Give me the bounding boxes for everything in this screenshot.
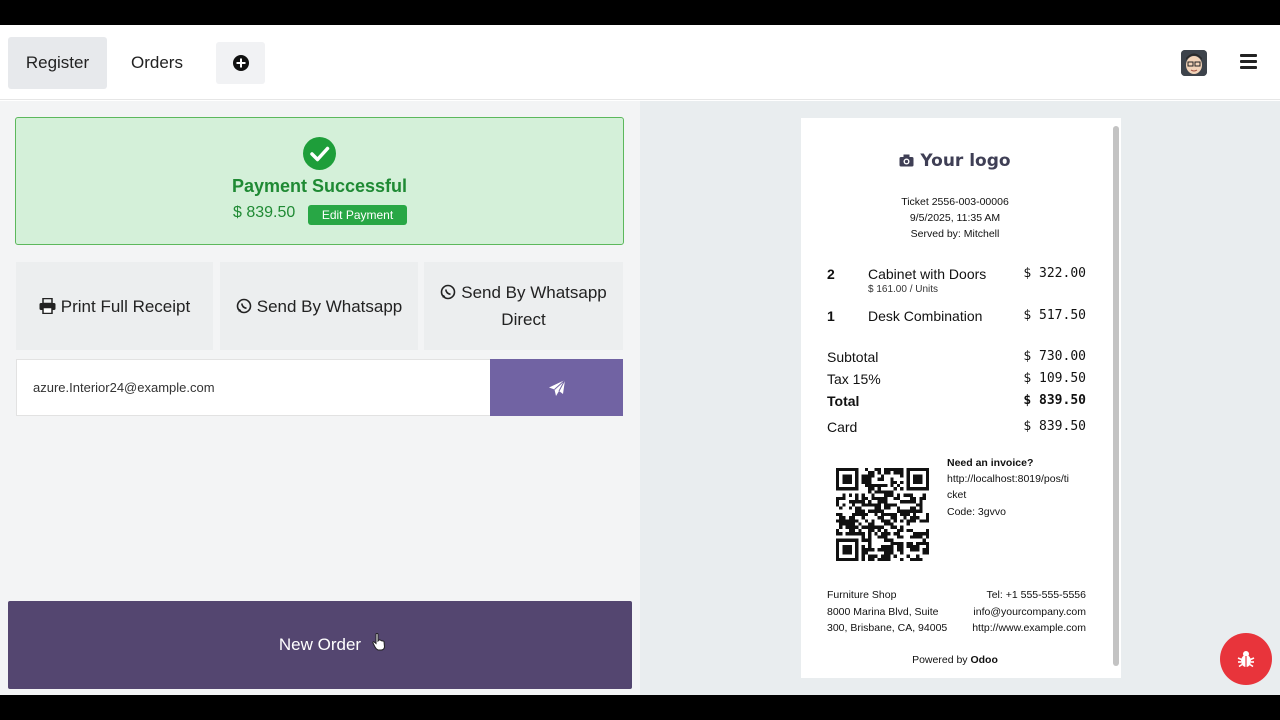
send-whatsapp-button[interactable]: Send By Whatsapp <box>220 262 418 350</box>
hand-cursor-icon <box>372 633 386 651</box>
subtotal-label: Subtotal <box>827 349 879 365</box>
whatsapp-icon <box>236 298 252 313</box>
pos-screen: Register Orders Payment Successful $ 839… <box>0 25 1280 695</box>
invoice-url-line-2: cket <box>947 489 967 501</box>
avatar-face-icon <box>1181 50 1207 76</box>
check-circle-icon <box>303 137 336 170</box>
camera-icon <box>899 154 914 167</box>
tab-register[interactable]: Register <box>8 37 107 89</box>
line-product: Desk Combination <box>868 308 983 324</box>
print-receipt-label: Print Full Receipt <box>60 296 191 316</box>
company-logo: Your logo <box>801 151 1109 171</box>
receipt: Your logo Ticket 2556-003-00006 9/5/2025… <box>801 118 1121 678</box>
plus-circle-icon <box>232 55 249 71</box>
shop-phone: Tel: +1 555-555-5556 <box>986 589 1086 601</box>
powered-by: Powered by Odoo <box>801 654 1109 666</box>
shop-address-line-1: 8000 Marina Blvd, Suite <box>827 606 939 618</box>
line-product: Cabinet with Doors <box>868 266 987 282</box>
send-whatsapp-direct-button[interactable]: Send By Whatsapp Direct <box>424 262 623 350</box>
user-avatar[interactable] <box>1181 50 1207 76</box>
powered-by-brand: Odoo <box>970 654 998 666</box>
hamburger-menu-icon[interactable] <box>1240 54 1257 69</box>
total-label: Total <box>827 393 860 409</box>
bug-icon <box>1237 651 1255 668</box>
send-whatsapp-label: Send By Whatsapp <box>256 296 403 316</box>
card-label: Card <box>827 419 858 435</box>
paper-plane-icon <box>548 379 565 396</box>
payment-success-panel: Payment Successful $ 839.50 Edit Payment <box>15 117 624 245</box>
logo-text: Your logo <box>920 151 1011 171</box>
shop-name: Furniture Shop <box>827 589 897 601</box>
subtotal-value: $ 730.00 <box>1023 349 1086 364</box>
payment-screen-left: Payment Successful $ 839.50 Edit Payment… <box>0 101 640 695</box>
email-field[interactable]: azure.Interior24@example.com <box>16 359 490 416</box>
tax-label: Tax 15% <box>827 371 881 387</box>
send-email-button[interactable] <box>490 359 623 416</box>
print-receipt-button[interactable]: Print Full Receipt <box>16 262 213 350</box>
invoice-url-line-1: http://localhost:8019/pos/ti <box>947 473 1069 485</box>
shop-address-line-2: 300, Brisbane, CA, 94005 <box>827 622 948 634</box>
invoice-code: Code: 3gvvo <box>947 506 1006 518</box>
tax-value: $ 109.50 <box>1023 371 1086 386</box>
shop-email: info@yourcompany.com <box>973 606 1086 618</box>
new-order-button[interactable]: New Order <box>8 601 632 689</box>
ticket-number: Ticket 2556-003-00006 <box>901 196 1009 208</box>
send-whatsapp-direct-label-2: Direct <box>501 310 546 329</box>
line-price: $ 322.00 <box>1023 266 1086 281</box>
line-price: $ 517.50 <box>1023 308 1086 323</box>
served-by: Served by: Mitchell <box>910 228 1000 240</box>
shop-website: http://www.example.com <box>972 622 1086 634</box>
add-order-button[interactable] <box>216 42 265 84</box>
tab-orders[interactable]: Orders <box>116 37 198 89</box>
total-value: $ 839.50 <box>1023 393 1086 408</box>
debug-button[interactable] <box>1220 633 1272 685</box>
line-qty: 2 <box>827 266 835 282</box>
ticket-datetime: 9/5/2025, 11:35 AM <box>909 212 1001 224</box>
qr-code <box>836 468 929 561</box>
payment-status-title: Payment Successful <box>231 176 408 196</box>
top-navbar: Register Orders <box>0 25 1280 100</box>
line-qty: 1 <box>827 308 835 324</box>
card-value: $ 839.50 <box>1023 419 1086 434</box>
send-whatsapp-direct-label-1: Send By Whatsapp <box>461 283 607 302</box>
edit-payment-button[interactable]: Edit Payment <box>308 205 407 225</box>
printer-icon <box>39 297 56 314</box>
receipt-preview-area: Your logo Ticket 2556-003-00006 9/5/2025… <box>640 101 1280 695</box>
receipt-scrollbar[interactable] <box>1113 126 1119 666</box>
line-unit-price: $ 161.00 / Units <box>868 284 939 295</box>
whatsapp-icon <box>440 284 456 300</box>
powered-by-label: Powered by <box>912 654 968 666</box>
invoice-title: Need an invoice? <box>947 457 1034 469</box>
payment-amount: $ 839.50 <box>233 204 296 221</box>
